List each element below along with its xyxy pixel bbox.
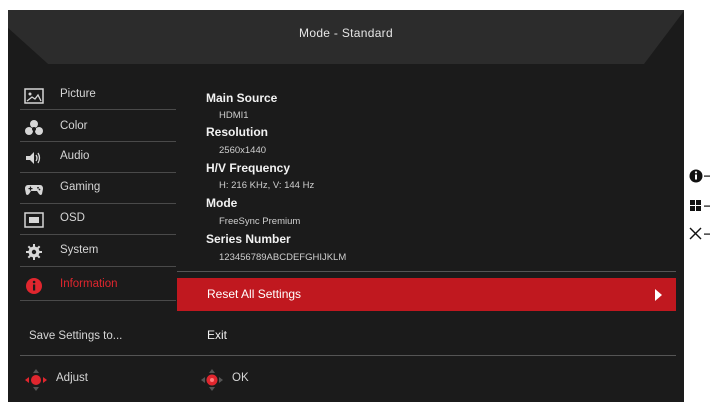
joystick-icon	[25, 369, 47, 391]
osd-window-icon	[24, 212, 44, 228]
menu-item-gaming[interactable]: Gaming	[8, 177, 176, 201]
menu-item-label: OSD	[60, 212, 85, 224]
gamepad-icon	[25, 185, 43, 195]
series-number-value: 123456789ABCDEFGHIJKLM	[219, 252, 347, 263]
grid-key-button[interactable]	[688, 196, 710, 216]
main-source-label: Main Source	[206, 91, 278, 105]
resolution-label: Resolution	[206, 125, 268, 139]
close-icon	[689, 227, 710, 240]
reset-all-settings-label: Reset All Settings	[207, 287, 302, 301]
info-icon	[689, 169, 710, 183]
menu-divider	[20, 109, 176, 110]
menu-item-color[interactable]: Color	[8, 116, 176, 140]
footer-divider	[20, 355, 676, 356]
save-settings-label: Save Settings to...	[29, 330, 123, 342]
hv-frequency-label: H/V Frequency	[206, 161, 291, 175]
joystick-press-icon	[201, 369, 223, 391]
adjust-hint: Adjust	[24, 368, 144, 392]
save-settings-to-button[interactable]: Save Settings to...	[20, 326, 170, 348]
mode-label: Mode	[206, 196, 238, 210]
chevron-right-icon	[655, 289, 662, 301]
series-number-label: Series Number	[206, 232, 291, 246]
speaker-icon	[26, 152, 41, 164]
grid-icon	[690, 200, 710, 211]
menu-item-label: Audio	[60, 150, 90, 162]
menu-item-osd[interactable]: OSD	[8, 208, 176, 232]
menu-divider	[20, 172, 176, 173]
menu-divider	[20, 141, 176, 142]
hv-frequency-value: H: 216 KHz, V: 144 Hz	[219, 180, 315, 191]
close-key-button[interactable]	[688, 224, 710, 244]
osd-header: Mode - Standard	[8, 10, 684, 64]
menu-divider	[20, 203, 176, 204]
exit-label: Exit	[207, 328, 228, 342]
mode-title: Mode - Standard	[299, 26, 393, 40]
menu-item-audio[interactable]: Audio	[8, 146, 176, 170]
info-icon	[26, 278, 42, 294]
picture-icon	[24, 88, 44, 104]
menu-item-system[interactable]: System	[8, 240, 176, 264]
menu-item-picture[interactable]: Picture	[8, 84, 176, 108]
mode-value: FreeSync Premium	[219, 216, 301, 227]
info-divider	[177, 271, 676, 272]
menu-item-label: Color	[60, 120, 88, 132]
menu-divider	[20, 266, 176, 267]
menu-item-label: Gaming	[60, 181, 101, 193]
ok-hint: OK	[200, 368, 320, 392]
color-palette-icon	[25, 120, 43, 135]
menu-item-label: System	[60, 244, 99, 256]
menu-item-label: Picture	[60, 88, 96, 100]
adjust-label: Adjust	[56, 372, 88, 384]
info-key-button[interactable]	[688, 166, 710, 186]
resolution-value: 2560x1440	[219, 145, 267, 156]
menu-divider	[20, 234, 176, 235]
gear-icon	[26, 244, 42, 260]
menu-item-label: Information	[60, 278, 118, 290]
menu-divider	[20, 300, 176, 301]
menu-item-information[interactable]: Information	[8, 274, 176, 298]
ok-label: OK	[232, 372, 249, 384]
reset-all-settings-button[interactable]: Reset All Settings	[177, 278, 676, 311]
exit-button[interactable]: Exit	[177, 321, 676, 349]
monitor-osd-panel: Mode - Standard Picture Color Audio Gami…	[8, 10, 684, 402]
main-source-value: HDMI1	[219, 110, 249, 121]
